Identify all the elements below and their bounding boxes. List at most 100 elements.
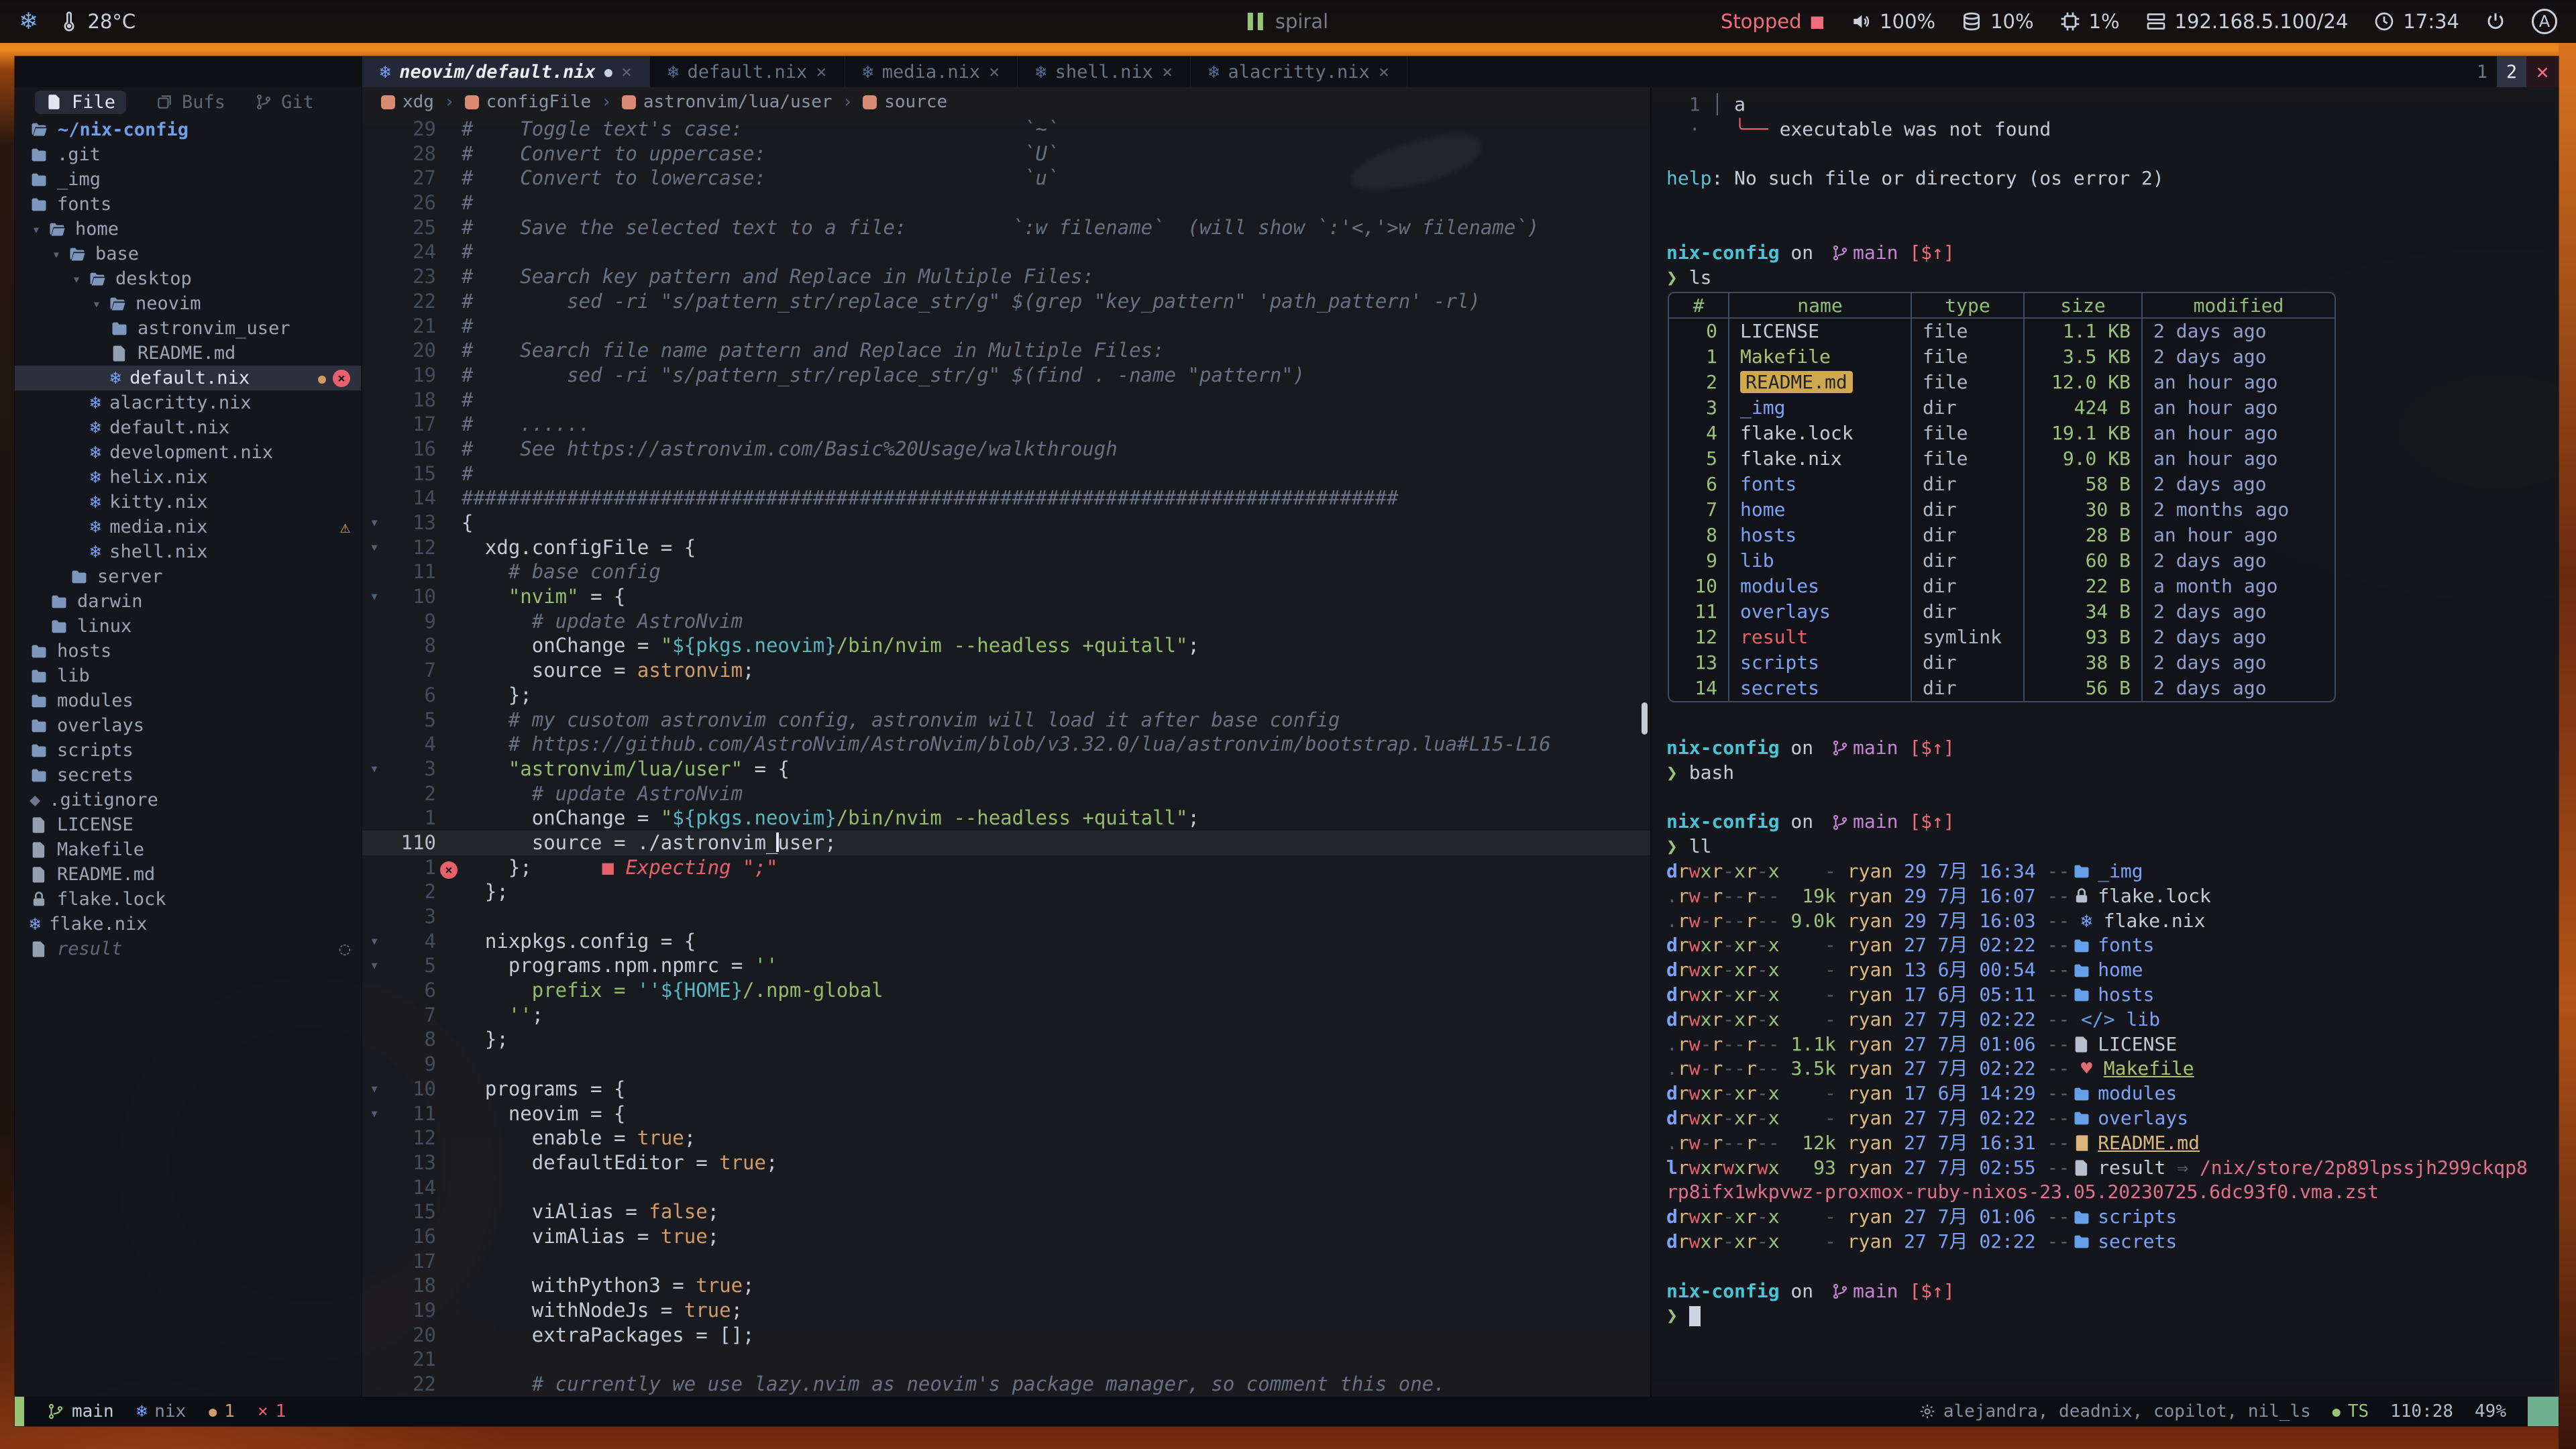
tabline-close-icon[interactable]: × [2526, 56, 2559, 87]
tree-item[interactable]: ❄development.nix [15, 440, 361, 465]
close-icon[interactable]: × [989, 62, 1000, 83]
prompt-word: on [1780, 1279, 1825, 1304]
fold-indicator[interactable]: ▾ [362, 535, 386, 560]
tree-item[interactable]: README.md [15, 341, 361, 366]
line-number: 20 [386, 1323, 436, 1348]
tree-item[interactable]: flake.lock [15, 887, 361, 912]
tree-item[interactable]: astronvim_user [15, 316, 361, 341]
close-icon[interactable]: × [1162, 62, 1173, 83]
fold-indicator[interactable]: ▾ [362, 757, 386, 782]
code-line: 4 # https://github.com/AstroNvim/AstroNv… [362, 732, 1650, 757]
fold-indicator [362, 732, 386, 757]
keyboard-layout-indicator[interactable]: A [2532, 9, 2557, 34]
editor-scrollbar-thumb[interactable] [1642, 702, 1648, 735]
nixos-logo-icon[interactable]: ❄ [19, 8, 38, 35]
tree-item[interactable]: ❄media.nix⚠ [15, 515, 361, 539]
file-size: - [1780, 983, 1836, 1008]
volume-widget[interactable]: 100% [1850, 10, 1935, 33]
tree-item[interactable]: modules [15, 688, 361, 713]
project-root[interactable]: ~/nix-config [15, 117, 361, 142]
fold-indicator [362, 215, 386, 240]
git-branch-widget[interactable]: main [47, 1401, 114, 1421]
buffer-tab[interactable]: ❄alacritty.nix× [1191, 56, 1407, 87]
disk-widget[interactable]: 10% [1961, 10, 2033, 33]
tree-item[interactable]: .git [15, 142, 361, 167]
terminal-window[interactable]: ❄neovim/default.nix●×❄default.nix×❄media… [15, 56, 2559, 1426]
tree-item[interactable]: LICENSE [15, 812, 361, 837]
fold-indicator[interactable]: ▾ [362, 511, 386, 535]
tabpage-number[interactable]: 1 [2467, 56, 2497, 87]
tree-item[interactable]: ▾neovim [15, 291, 361, 316]
tree-item[interactable]: ❄default.nix●× [15, 366, 361, 390]
breadcrumb-item[interactable]: xdg [381, 92, 434, 112]
tree-item[interactable]: secrets [15, 763, 361, 788]
folder-icon [30, 146, 48, 164]
cell-size: 12.0 KB [2023, 370, 2141, 395]
power-icon[interactable] [2485, 11, 2506, 32]
tree-item[interactable]: ▾home [15, 217, 361, 241]
tree-item[interactable]: Makefile [15, 837, 361, 862]
tree-item[interactable]: _img [15, 167, 361, 192]
tree-item[interactable]: ❄flake.nix [15, 912, 361, 936]
tree-item[interactable]: result◌ [15, 936, 361, 961]
tree-item[interactable]: ▾base [15, 241, 361, 266]
clock-widget[interactable]: 17:34 [2373, 10, 2459, 33]
close-icon[interactable]: × [1379, 62, 1389, 83]
editor-pane[interactable]: xdg › configFile › astronvim/lua/user › … [362, 87, 1650, 1397]
cpu-widget[interactable]: 1% [2059, 10, 2120, 33]
breadcrumb-item[interactable]: configFile [465, 92, 592, 112]
network-widget[interactable]: 192.168.5.100/24 [2145, 10, 2349, 33]
tree-item[interactable]: server [15, 564, 361, 589]
file-explorer-sidebar[interactable]: File Bufs Git [15, 87, 362, 1397]
fold-indicator[interactable]: ▾ [362, 1077, 386, 1102]
tabpage-number[interactable]: 2 [2497, 56, 2526, 87]
git-changes-widget[interactable]: ● 1 [209, 1401, 235, 1421]
pause-icon[interactable] [1248, 13, 1263, 30]
perm-char: - [1734, 1057, 1746, 1079]
tree-item[interactable]: ❄default.nix [15, 415, 361, 440]
tree-item[interactable]: ❄helix.nix [15, 465, 361, 490]
perm-char: - [1723, 1205, 1734, 1228]
close-icon[interactable]: × [621, 62, 632, 83]
tree-item[interactable]: linux [15, 614, 361, 639]
fold-indicator [362, 1150, 386, 1175]
fold-indicator[interactable]: ▾ [362, 584, 386, 609]
tree-item[interactable]: overlays [15, 713, 361, 738]
table-header-cell: type [1911, 293, 2023, 319]
close-icon[interactable]: × [816, 62, 826, 83]
code-area[interactable]: 29# Toggle text's case: `~`28# Convert t… [362, 117, 1650, 1397]
media-playback-widget[interactable]: Stopped ■ [1721, 10, 1825, 33]
buffer-tab[interactable]: ❄neovim/default.nix●× [362, 56, 650, 87]
perm-char: - [1757, 860, 1768, 882]
tree-item[interactable]: ❄alacritty.nix [15, 390, 361, 415]
terminal-pane[interactable]: 1 │ a · ╰── executable was not foundhelp… [1652, 87, 2559, 1397]
breadcrumb-item[interactable]: source [863, 92, 947, 112]
permissions: drwxr-xr-x [1666, 933, 1780, 958]
tree-item[interactable]: ❄kitty.nix [15, 490, 361, 515]
explorer-tab-git[interactable]: Git [255, 92, 314, 113]
tree-item[interactable]: README.md [15, 862, 361, 887]
tree-item[interactable]: darwin [15, 589, 361, 614]
tree-item-label: default.nix [129, 368, 250, 388]
buffer-tab[interactable]: ❄media.nix× [845, 56, 1018, 87]
fold-indicator [362, 1323, 386, 1348]
fold-indicator[interactable]: ▾ [362, 929, 386, 954]
buffer-tab[interactable]: ❄default.nix× [650, 56, 845, 87]
fold-indicator[interactable]: ▾ [362, 953, 386, 978]
buffer-tab[interactable]: ❄shell.nix× [1018, 56, 1191, 87]
tree-item[interactable]: hosts [15, 639, 361, 663]
tree-item[interactable]: fonts [15, 192, 361, 217]
explorer-tab-bufs[interactable]: Bufs [156, 92, 225, 113]
tree-item[interactable]: ◆.gitignore [15, 788, 361, 812]
explorer-tab-file[interactable]: File [35, 91, 126, 114]
doc-icon [2072, 1035, 2091, 1054]
cell-type: file [1911, 344, 2023, 370]
tree-item[interactable]: scripts [15, 738, 361, 763]
tree-item[interactable]: ▾desktop [15, 266, 361, 291]
diagnostics-widget[interactable]: × 1 [258, 1401, 286, 1421]
perm-char: - [1723, 1008, 1734, 1030]
breadcrumb-item[interactable]: astronvim/lua/user [622, 92, 833, 112]
fold-indicator[interactable]: ▾ [362, 1102, 386, 1126]
tree-item[interactable]: lib [15, 663, 361, 688]
tree-item[interactable]: ❄shell.nix [15, 539, 361, 564]
